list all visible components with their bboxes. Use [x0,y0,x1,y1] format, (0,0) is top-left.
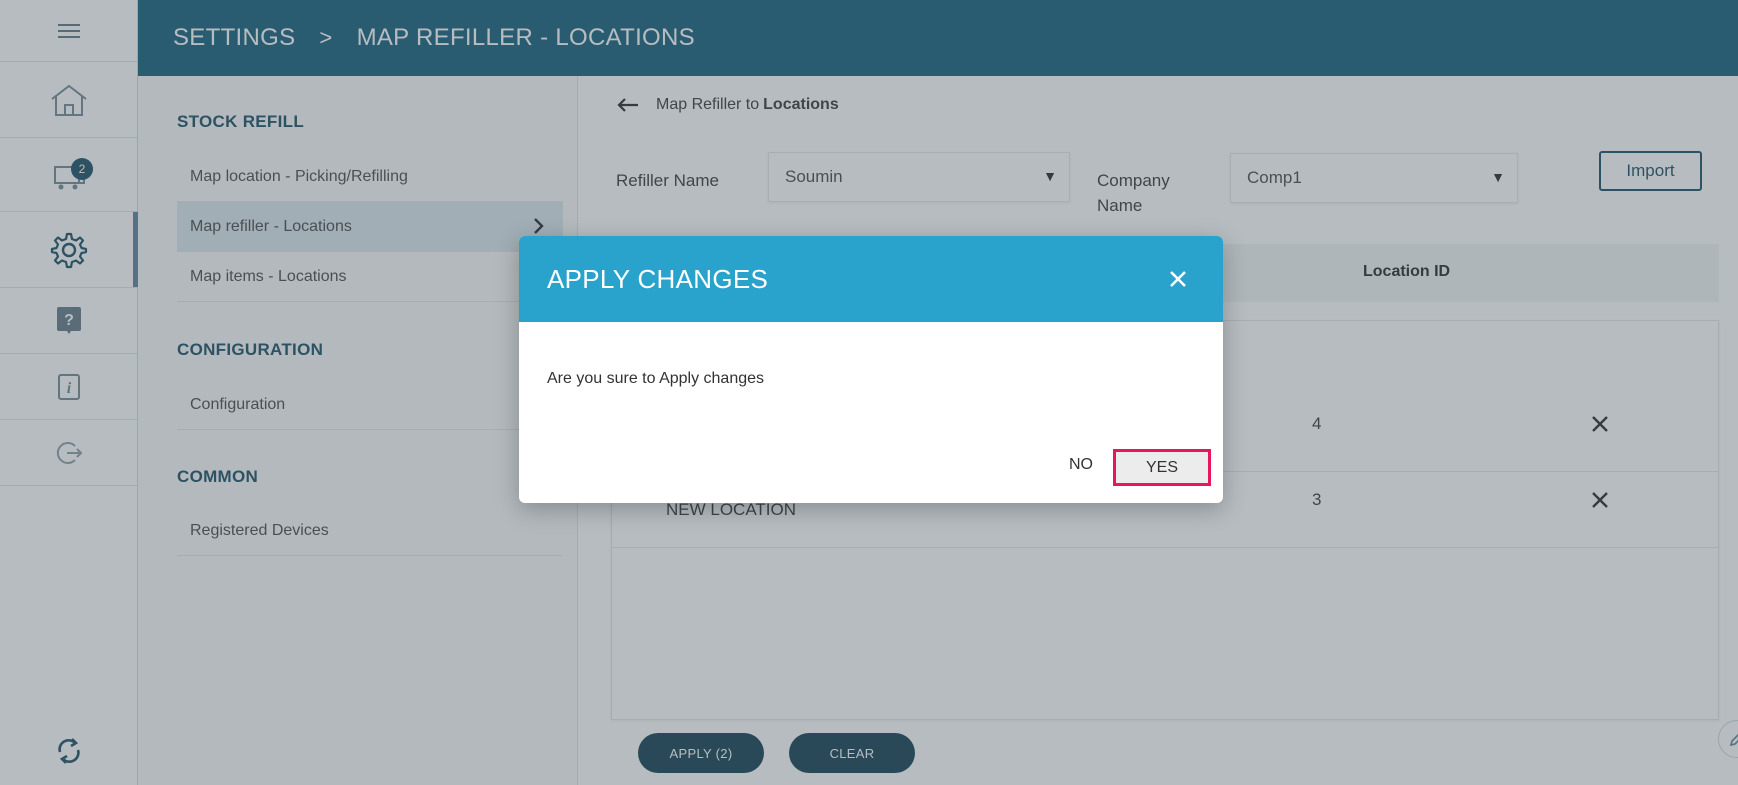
dialog-title: APPLY CHANGES [547,263,769,294]
yes-button[interactable]: YES [1113,449,1211,486]
close-icon [1170,271,1186,287]
dialog-message: Are you sure to Apply changes [547,370,765,387]
no-button[interactable]: NO [1051,446,1111,484]
apply-changes-dialog: APPLY CHANGES Are you sure to Apply chan… [519,236,1223,503]
dialog-close-button[interactable] [1163,264,1193,294]
dialog-header: APPLY CHANGES [519,236,1223,322]
